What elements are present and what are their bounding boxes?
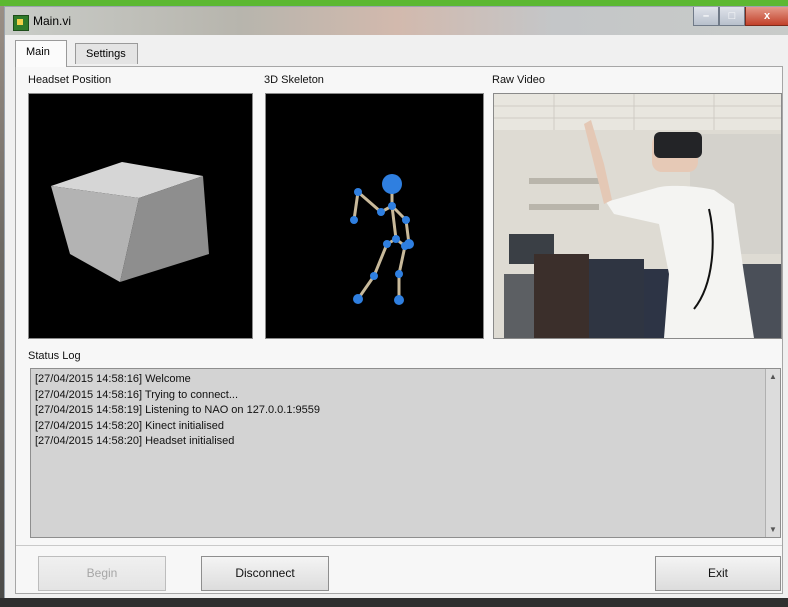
raw-video-frame (494, 94, 781, 338)
raw-video-label: Raw Video (492, 74, 545, 86)
minimize-button[interactable]: – (693, 7, 719, 26)
skeleton-joints (350, 174, 414, 305)
tab-settings[interactable]: Settings (75, 43, 138, 64)
skeleton-label: 3D Skeleton (264, 74, 324, 86)
window-title: Main.vi (33, 14, 72, 28)
main-tab-panel: Headset Position 3D Skeleton Raw Video S… (15, 66, 783, 594)
exit-button[interactable]: Exit (655, 556, 781, 591)
disconnect-button[interactable]: Disconnect (201, 556, 329, 591)
skeleton-view[interactable] (265, 93, 484, 339)
scroll-down-icon[interactable]: ▼ (769, 525, 777, 534)
raw-video-view[interactable] (493, 93, 782, 339)
taskbar-strip (0, 598, 788, 607)
status-log[interactable]: [27/04/2015 14:58:16] Welcome [27/04/201… (30, 368, 781, 538)
log-line: [27/04/2015 14:58:19] Listening to NAO o… (35, 404, 321, 416)
log-line: [27/04/2015 14:58:16] Welcome (35, 373, 191, 385)
maximize-button[interactable]: □ (719, 7, 745, 26)
main-window: Main.vi – □ x Main Settings Headset Posi… (4, 6, 788, 600)
status-log-label: Status Log (28, 350, 81, 362)
tab-main[interactable]: Main (15, 40, 67, 67)
window-controls: – □ x (693, 7, 788, 27)
labview-app-icon (13, 15, 29, 31)
headset-cube-render (51, 162, 209, 282)
begin-button[interactable]: Begin (38, 556, 166, 591)
close-button[interactable]: x (745, 7, 788, 26)
log-line: [27/04/2015 14:58:20] Kinect initialised (35, 419, 224, 432)
headset-position-label: Headset Position (28, 74, 112, 86)
log-line: [27/04/2015 14:58:20] Headset initialise… (35, 435, 235, 447)
log-line: [27/04/2015 14:58:16] Trying to connect.… (35, 388, 239, 401)
scroll-up-icon[interactable]: ▲ (769, 372, 777, 381)
log-scrollbar[interactable]: ▲ ▼ (765, 369, 780, 537)
headset-position-view[interactable] (28, 93, 253, 339)
title-bar[interactable]: Main.vi – □ x (5, 7, 788, 35)
button-bar-separator (16, 545, 782, 546)
skeleton-render (350, 174, 414, 305)
